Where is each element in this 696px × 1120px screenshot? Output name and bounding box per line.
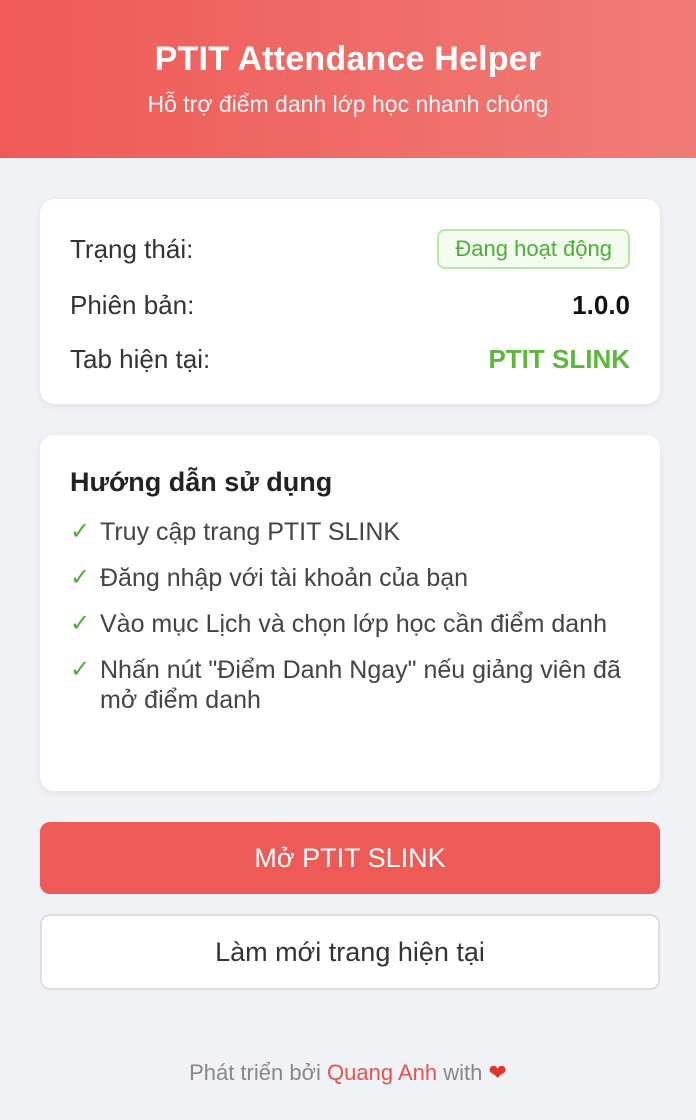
check-icon: ✓ [70,518,91,545]
heart-icon: ❤ [488,1060,507,1085]
current-tab-row: Tab hiện tại: PTIT SLINK [70,339,630,379]
guide-card: Hướng dẫn sử dụng ✓ Truy cập trang PTIT … [40,435,660,791]
check-icon: ✓ [70,656,91,683]
footer: Phát triển bởi Quang Anh with ❤ [0,1060,696,1086]
open-slink-button[interactable]: Mở PTIT SLINK [40,822,660,894]
check-icon: ✓ [70,564,91,591]
status-card: Trạng thái: Đang hoạt động Phiên bản: 1.… [40,199,660,404]
version-label: Phiên bản: [70,289,195,320]
version-value: 1.0.0 [572,289,630,320]
refresh-tab-button[interactable]: Làm mới trang hiện tại [40,914,660,990]
current-tab-label: Tab hiện tại: [70,343,211,374]
list-item: ✓ Truy cập trang PTIT SLINK [70,517,634,547]
current-tab-value: PTIT SLINK [488,343,630,374]
list-item: ✓ Đăng nhập với tài khoản của bạn [70,563,634,593]
guide-title: Hướng dẫn sử dụng [70,467,333,497]
version-row: Phiên bản: 1.0.0 [70,285,630,325]
app-header: PTIT Attendance Helper Hỗ trợ điểm danh … [0,0,696,158]
step-text: Đăng nhập với tài khoản của bạn [100,564,469,592]
author-name: Quang Anh [327,1060,438,1085]
status-badge: Đang hoạt động [437,229,630,269]
app-subtitle: Hỗ trợ điểm danh lớp học nhanh chóng [147,91,549,117]
footer-prefix: Phát triển bởi [189,1060,321,1085]
status-label: Trạng thái: [70,233,194,264]
status-row: Trạng thái: Đang hoạt động [70,229,630,269]
step-text: Nhấn nút "Điểm Danh Ngay" nếu giảng viên… [100,656,621,714]
step-text: Truy cập trang PTIT SLINK [100,518,401,546]
app-title: PTIT Attendance Helper [154,40,542,78]
list-item: ✓ Vào mục Lịch và chọn lớp học cần điểm … [70,609,634,639]
check-icon: ✓ [70,610,91,637]
step-text: Vào mục Lịch và chọn lớp học cần điểm da… [100,610,607,638]
footer-suffix: with [443,1060,483,1085]
guide-steps: ✓ Truy cập trang PTIT SLINK ✓ Đăng nhập … [70,517,634,731]
list-item: ✓ Nhấn nút "Điểm Danh Ngay" nếu giảng vi… [70,655,634,715]
